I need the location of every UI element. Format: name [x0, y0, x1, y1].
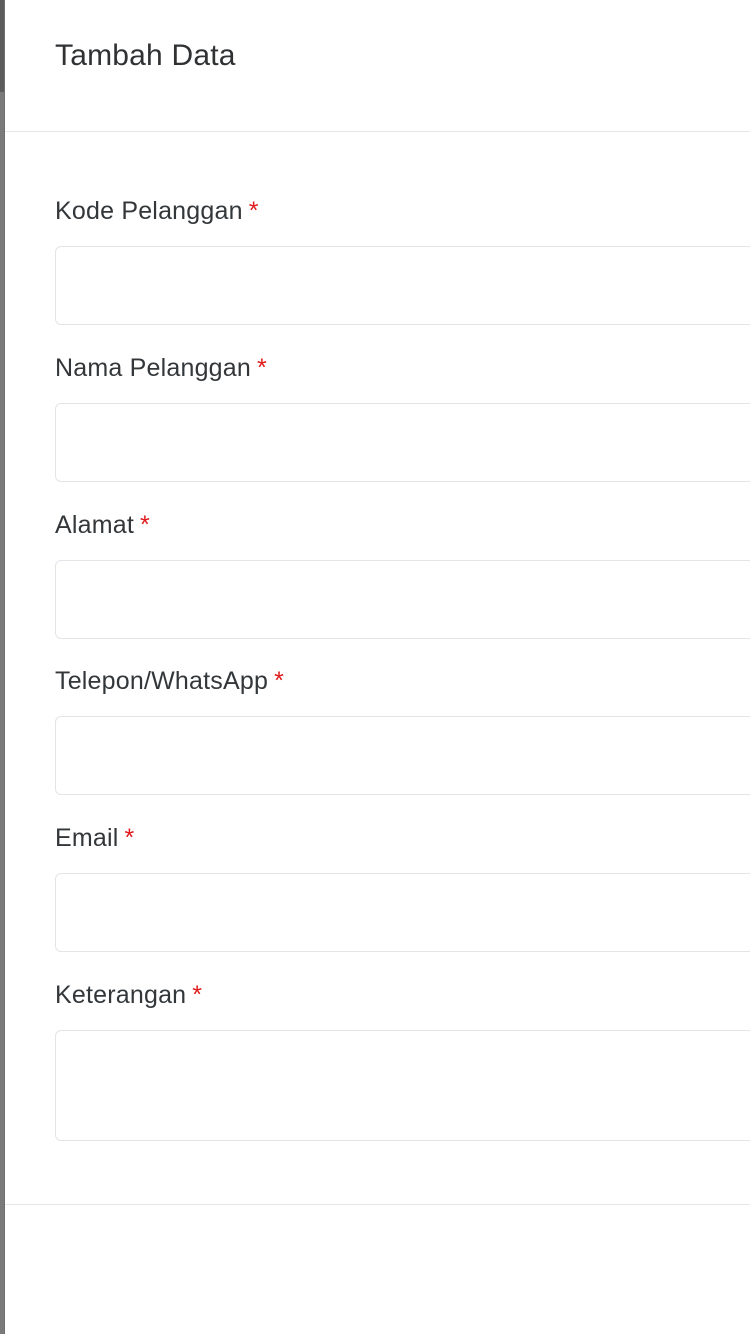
keterangan-label-text: Keterangan: [55, 981, 187, 1009]
form-group-keterangan: Keterangan *: [55, 980, 750, 1141]
alamat-label-text: Alamat: [55, 511, 135, 539]
alamat-label: Alamat *: [55, 510, 750, 540]
telepon-whatsapp-input[interactable]: [55, 716, 750, 795]
keterangan-label: Keterangan *: [55, 980, 750, 1010]
telepon-whatsapp-label: Telepon/WhatsApp *: [55, 666, 750, 696]
form-group-telepon-whatsapp: Telepon/WhatsApp *: [55, 666, 750, 795]
modal-header: Tambah Data: [5, 0, 750, 132]
add-data-modal: Tambah Data Kode Pelanggan * Nama Pelangg…: [5, 0, 750, 1334]
nama-pelanggan-label-text: Nama Pelanggan: [55, 354, 251, 382]
required-mark: *: [274, 667, 284, 695]
nama-pelanggan-input[interactable]: [55, 403, 750, 482]
required-mark: *: [192, 981, 203, 1009]
modal-backdrop[interactable]: [0, 0, 4, 1334]
nama-pelanggan-label: Nama Pelanggan *: [55, 353, 750, 383]
email-label-text: Email: [55, 824, 119, 852]
form-group-email: Email *: [55, 823, 750, 952]
form-group-alamat: Alamat *: [55, 510, 750, 639]
kode-pelanggan-label: Kode Pelanggan *: [55, 196, 750, 226]
email-input[interactable]: [55, 873, 750, 952]
form-group-nama-pelanggan: Nama Pelanggan *: [55, 353, 750, 482]
required-mark: *: [140, 511, 150, 539]
keterangan-textarea[interactable]: [55, 1030, 750, 1141]
form-group-kode-pelanggan: Kode Pelanggan *: [55, 196, 750, 325]
kode-pelanggan-label-text: Kode Pelanggan: [55, 197, 243, 225]
required-mark: *: [124, 824, 135, 852]
email-label: Email *: [55, 823, 750, 853]
alamat-input[interactable]: [55, 560, 750, 639]
required-mark: *: [257, 354, 267, 382]
modal-title: Tambah Data: [55, 39, 236, 72]
backdrop-shadow: [0, 0, 4, 92]
modal-footer: [5, 1204, 750, 1334]
required-mark: *: [248, 197, 259, 225]
kode-pelanggan-input[interactable]: [55, 246, 750, 325]
telepon-whatsapp-label-text: Telepon/WhatsApp: [55, 667, 269, 695]
